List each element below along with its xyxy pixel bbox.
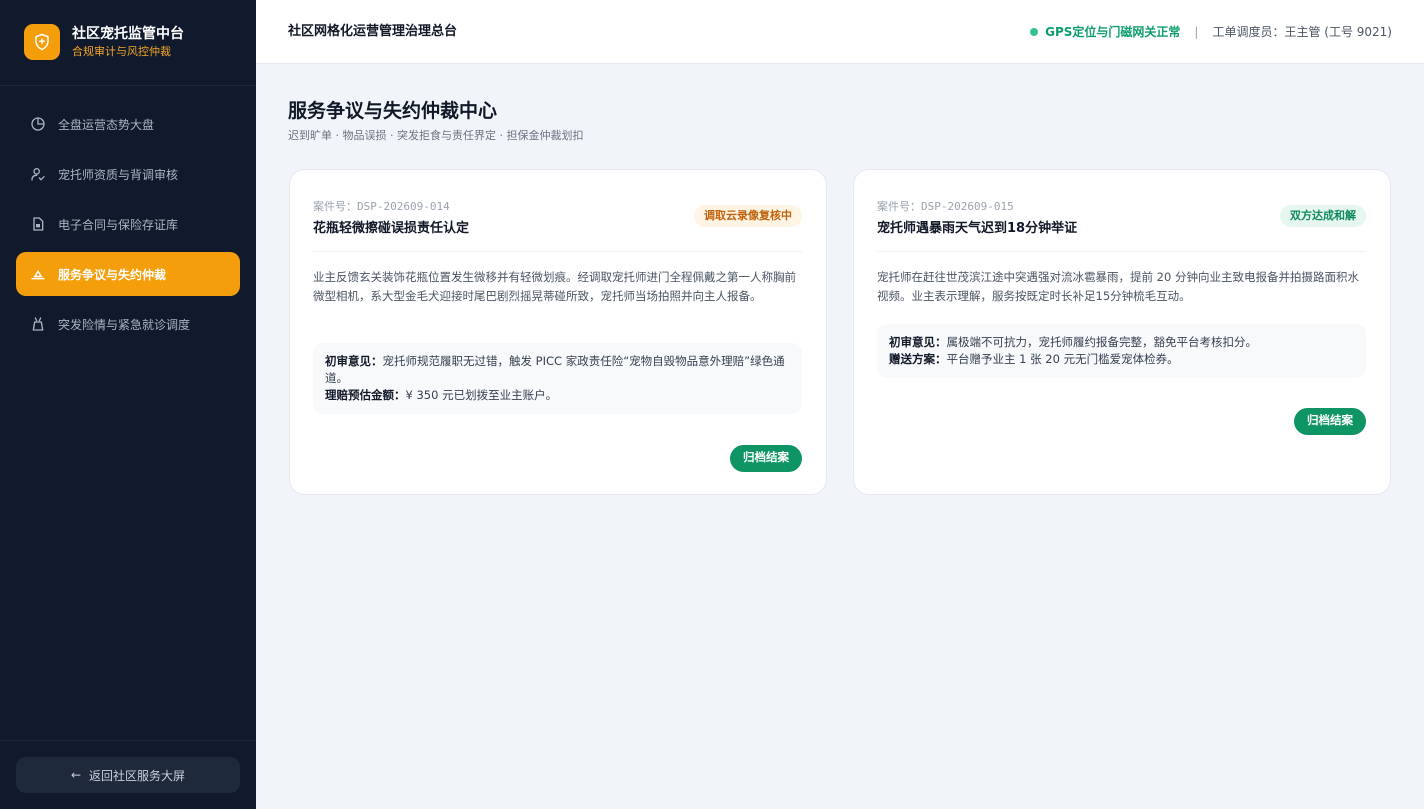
sidebar-item-disputes[interactable]: 服务争议与失约仲裁 bbox=[16, 252, 240, 296]
brand: 社区宠托监管中台 合规审计与风控仲裁 bbox=[24, 24, 184, 60]
back-button-label: 返回社区服务大屏 bbox=[89, 768, 186, 783]
sidebar-item-emergency[interactable]: 突发险情与紧急就诊调度 bbox=[16, 302, 240, 346]
divider bbox=[877, 251, 1366, 252]
sidebar-item-label: 宠托师资质与背调审核 bbox=[58, 167, 179, 182]
case-id: 案件号：DSP-202609-015 bbox=[877, 200, 1014, 213]
case-title: 宠托师遇暴雨天气迟到18分钟举证 bbox=[877, 221, 1078, 236]
extra-text: 平台赠予业主 1 张 20 元无门槛爱宠体检券。 bbox=[946, 352, 1179, 366]
topbar-status: GPS定位与门磁网关正常 | 工单调度员：王主管 (工号 9021) bbox=[1030, 22, 1392, 42]
status-badge: 调取云录像复核中 bbox=[694, 205, 802, 227]
alert-icon bbox=[30, 316, 46, 332]
sidebar-item-sitter-review[interactable]: 宠托师资质与背调审核 bbox=[16, 152, 240, 196]
sidebar-item-label: 服务争议与失约仲裁 bbox=[58, 267, 167, 282]
extra-label: 赠送方案： bbox=[889, 352, 947, 366]
opinion-text: 宠托师规范履职无过错，触发 PICC 家政责任险“宠物自毁物品意外理赔”绿色通道… bbox=[325, 354, 785, 385]
gavel-icon bbox=[30, 266, 46, 282]
extra-label: 理赔预估金额： bbox=[325, 388, 406, 402]
case-title: 花瓶轻微擦碰误损责任认定 bbox=[313, 221, 470, 236]
brand-subtitle: 合规审计与风控仲裁 bbox=[72, 45, 171, 58]
review-opinion: 初审意见：宠托师规范履职无过错，触发 PICC 家政责任险“宠物自毁物品意外理赔… bbox=[313, 343, 802, 414]
case-description: 业主反馈玄关装饰花瓶位置发生微移并有轻微划痕。经调取宠托师进门全程佩戴之第一人称… bbox=[313, 270, 796, 303]
divider bbox=[313, 251, 802, 252]
back-to-community-button[interactable]: ← 返回社区服务大屏 bbox=[16, 757, 240, 793]
sidebar: 社区宠托监管中台 合规审计与风控仲裁 全盘运营态势大盘 宠托师资质与背调审核 电… bbox=[0, 0, 256, 809]
sidebar-item-label: 全盘运营态势大盘 bbox=[58, 117, 155, 132]
dispute-card: 案件号：DSP-202609-015 宠托师遇暴雨天气迟到18分钟举证 双方达成… bbox=[853, 169, 1391, 495]
sidebar-nav: 全盘运营态势大盘 宠托师资质与背调审核 电子合同与保险存证库 服务争议与失约仲裁… bbox=[16, 102, 240, 352]
topbar: 社区网格化运营管理治理总台 GPS定位与门磁网关正常 | 工单调度员：王主管 (… bbox=[256, 0, 1424, 64]
extra-text: ¥ 350 元已划拨至业主账户。 bbox=[405, 388, 558, 402]
review-opinion: 初审意见：属极端不可抗力，宠托师履约报备完整，豁免平台考核扣分。 赠送方案：平台… bbox=[877, 324, 1366, 378]
separator: | bbox=[1194, 25, 1199, 39]
sidebar-item-contracts[interactable]: 电子合同与保险存证库 bbox=[16, 202, 240, 246]
page-title: 服务争议与失约仲裁中心 bbox=[288, 100, 498, 122]
arrow-left-icon: ← bbox=[70, 768, 82, 782]
pie-chart-icon bbox=[30, 116, 46, 132]
opinion-label: 初审意见： bbox=[889, 335, 947, 349]
case-id: 案件号：DSP-202609-014 bbox=[313, 200, 450, 213]
shield-icon bbox=[24, 24, 60, 60]
sidebar-item-dashboard[interactable]: 全盘运营态势大盘 bbox=[16, 102, 240, 146]
status-badge: 双方达成和解 bbox=[1280, 205, 1366, 227]
gateway-status: GPS定位与门磁网关正常 bbox=[1045, 25, 1181, 39]
archive-case-button[interactable]: 归档结案 bbox=[730, 445, 802, 472]
divider bbox=[0, 740, 256, 741]
sidebar-item-label: 突发险情与紧急就诊调度 bbox=[58, 317, 191, 332]
topbar-title: 社区网格化运营管理治理总台 bbox=[288, 24, 458, 39]
dispute-card: 案件号：DSP-202609-014 花瓶轻微擦碰误损责任认定 调取云录像复核中… bbox=[289, 169, 827, 495]
operator-info: 工单调度员：王主管 (工号 9021) bbox=[1212, 25, 1392, 39]
divider bbox=[0, 85, 256, 86]
document-icon bbox=[30, 216, 46, 232]
archive-case-button[interactable]: 归档结案 bbox=[1294, 408, 1366, 435]
sidebar-item-label: 电子合同与保险存证库 bbox=[58, 217, 179, 232]
page-subtitle: 迟到旷单 · 物品误损 · 突发拒食与责任界定 · 担保金仲裁划扣 bbox=[288, 129, 584, 142]
brand-title: 社区宠托监管中台 bbox=[72, 26, 184, 42]
status-dot-icon bbox=[1030, 28, 1039, 36]
case-description: 宠托师在赶往世茂滨江途中突遇强对流冰雹暴雨，提前 20 分钟向业主致电报备并拍摄… bbox=[877, 270, 1359, 303]
opinion-text: 属极端不可抗力，宠托师履约报备完整，豁免平台考核扣分。 bbox=[946, 335, 1258, 349]
opinion-label: 初审意见： bbox=[325, 354, 383, 368]
user-check-icon bbox=[30, 166, 46, 182]
